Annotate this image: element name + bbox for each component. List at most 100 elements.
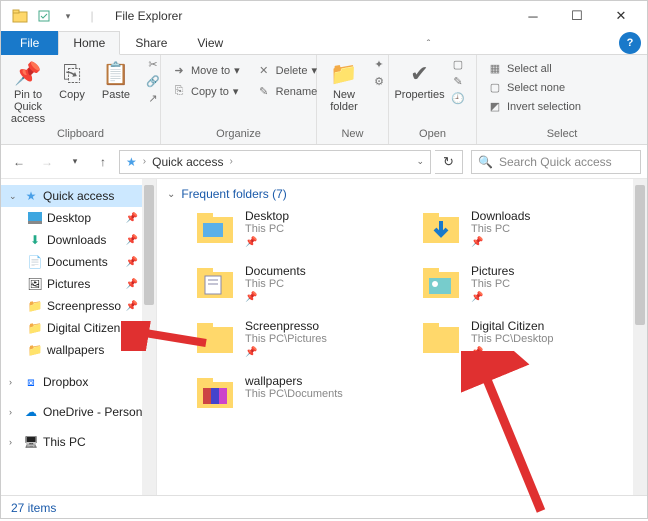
edit-button[interactable]: ✎ <box>446 74 470 89</box>
sidebar-item-pictures[interactable]: 🖼 Pictures 📌 <box>1 273 156 295</box>
documents-folder-icon <box>195 264 237 302</box>
new-folder-button[interactable]: 📁 New folder <box>323 57 365 115</box>
move-to-button[interactable]: ➜Move to ▾ <box>167 63 244 78</box>
sidebar-item-digital-citizen[interactable]: 📁 Digital Citizen 📌 <box>1 317 156 339</box>
chevron-right-icon[interactable]: › <box>9 437 19 447</box>
sidebar-item-screenpresso[interactable]: 📁 Screenpresso 📌 <box>1 295 156 317</box>
tab-share[interactable]: Share <box>120 31 182 55</box>
item-count: 27 items <box>11 501 56 515</box>
ribbon-collapse-icon[interactable]: ˆ <box>419 35 438 54</box>
delete-icon: ✕ <box>256 64 272 77</box>
sidebar-item-onedrive[interactable]: › ☁ OneDrive - Person <box>1 401 156 423</box>
rename-button[interactable]: ✎Rename <box>252 84 322 99</box>
content-scrollbar[interactable] <box>633 179 647 495</box>
delete-button[interactable]: ✕Delete ▾ <box>252 63 322 78</box>
scissors-icon: ✂ <box>145 58 161 71</box>
open-group-label: Open <box>395 128 470 142</box>
history-button[interactable]: 🕘 <box>446 91 470 106</box>
tab-file[interactable]: File <box>1 31 58 55</box>
sidebar-item-label: Pictures <box>47 277 90 291</box>
sidebar-item-quick-access[interactable]: ⌄ ★ Quick access <box>1 185 156 207</box>
rename-icon: ✎ <box>256 85 272 98</box>
chevron-down-icon: ⌄ <box>167 189 175 200</box>
new-item-button[interactable]: ✦ <box>367 57 391 72</box>
chevron-right-icon[interactable]: › <box>9 377 19 387</box>
pin-icon: 📌 <box>245 237 289 248</box>
sidebar-item-this-pc[interactable]: › 🖥 This PC <box>1 431 156 453</box>
sidebar: ⌄ ★ Quick access Desktop 📌 ⬇ Downloads 📌… <box>1 179 157 495</box>
folder-icon <box>9 5 31 27</box>
qat-properties-icon[interactable] <box>33 5 55 27</box>
sidebar-item-label: Quick access <box>43 189 114 203</box>
copy-to-button[interactable]: ⎘Copy to ▾ <box>167 84 244 99</box>
up-button[interactable]: ↑ <box>91 150 115 174</box>
open-button[interactable]: ▢ <box>446 57 470 72</box>
folder-icon: 📁 <box>27 321 43 335</box>
copy-icon: ⎘ <box>56 59 88 89</box>
pin-quick-access-button[interactable]: 📌 Pin to Quick access <box>7 57 49 127</box>
invert-selection-button[interactable]: ◩Invert selection <box>483 99 585 114</box>
pin-icon: 📌 <box>12 59 44 89</box>
tab-home[interactable]: Home <box>58 31 120 55</box>
select-all-button[interactable]: ▦Select all <box>483 61 585 76</box>
copy-label: Copy <box>59 89 85 101</box>
recent-dropdown[interactable]: ▾ <box>63 150 87 174</box>
pictures-folder-icon <box>421 264 463 302</box>
link-icon: 🔗 <box>145 75 161 88</box>
folder-pictures[interactable]: PicturesThis PC📌 <box>421 264 637 303</box>
help-icon[interactable]: ? <box>619 32 641 54</box>
sidebar-scrollbar[interactable] <box>142 179 156 495</box>
pin-icon: 📌 <box>126 279 138 290</box>
properties-button[interactable]: ✔ Properties <box>395 57 444 103</box>
folder-icon <box>195 374 237 412</box>
dropbox-icon: ⧈ <box>23 375 39 390</box>
select-none-button[interactable]: ▢Select none <box>483 80 585 95</box>
paste-label: Paste <box>102 89 130 101</box>
sidebar-item-downloads[interactable]: ⬇ Downloads 📌 <box>1 229 156 251</box>
paste-button[interactable]: 📋 Paste <box>95 57 137 103</box>
address-dropdown-icon[interactable]: ⌄ <box>416 156 424 167</box>
sidebar-item-desktop[interactable]: Desktop 📌 <box>1 207 156 229</box>
search-box[interactable]: 🔍 Search Quick access <box>471 150 641 174</box>
new-folder-label: New folder <box>327 89 361 113</box>
address-bar[interactable]: ★ › Quick access › ⌄ <box>119 150 431 174</box>
sidebar-item-documents[interactable]: 📄 Documents 📌 <box>1 251 156 273</box>
selectall-icon: ▦ <box>487 62 503 75</box>
forward-button[interactable]: → <box>35 150 59 174</box>
titlebar: ▾ | File Explorer ─ ☐ ✕ <box>1 1 647 31</box>
search-placeholder: Search Quick access <box>499 155 612 169</box>
back-button[interactable]: ← <box>7 150 31 174</box>
properties-icon: ✔ <box>404 59 436 89</box>
easy-access-button[interactable]: ⚙ <box>367 74 391 89</box>
ribbon-tabs: File Home Share View ˆ ? <box>1 31 647 55</box>
folder-downloads[interactable]: DownloadsThis PC📌 <box>421 209 637 248</box>
documents-icon: 📄 <box>27 255 43 269</box>
desktop-icon <box>27 212 43 224</box>
status-bar: 27 items <box>1 495 647 519</box>
maximize-button[interactable]: ☐ <box>555 2 599 30</box>
new-folder-icon: 📁 <box>328 59 360 89</box>
clipboard-group-label: Clipboard <box>7 128 154 142</box>
folder-digital-citizen[interactable]: Digital CitizenThis PC\Desktop📌 <box>421 319 637 358</box>
sidebar-item-label: Screenpresso <box>47 299 121 313</box>
folder-desktop[interactable]: DesktopThis PC📌 <box>195 209 411 248</box>
folder-documents[interactable]: DocumentsThis PC📌 <box>195 264 411 303</box>
qat-dropdown-icon[interactable]: ▾ <box>57 5 79 27</box>
sidebar-item-dropbox[interactable]: › ⧈ Dropbox <box>1 371 156 393</box>
folder-wallpapers[interactable]: wallpapersThis PC\Documents <box>195 374 411 412</box>
tab-view[interactable]: View <box>182 31 238 55</box>
sidebar-item-wallpapers[interactable]: 📁 wallpapers <box>1 339 156 361</box>
chevron-right-icon[interactable]: › <box>9 407 19 417</box>
pin-icon: 📌 <box>471 237 530 248</box>
folder-screenpresso[interactable]: ScreenpressoThis PC\Pictures📌 <box>195 319 411 358</box>
refresh-button[interactable]: ↻ <box>435 150 463 174</box>
close-button[interactable]: ✕ <box>599 2 643 30</box>
copyto-icon: ⎘ <box>171 85 187 98</box>
chevron-down-icon[interactable]: ⌄ <box>9 191 19 202</box>
frequent-folders-header[interactable]: ⌄ Frequent folders (7) <box>167 187 637 201</box>
minimize-button[interactable]: ─ <box>511 2 555 30</box>
sidebar-item-label: Desktop <box>47 211 91 225</box>
copy-button[interactable]: ⎘ Copy <box>51 57 93 103</box>
sidebar-item-label: Downloads <box>47 233 106 247</box>
pictures-icon: 🖼 <box>27 277 43 291</box>
